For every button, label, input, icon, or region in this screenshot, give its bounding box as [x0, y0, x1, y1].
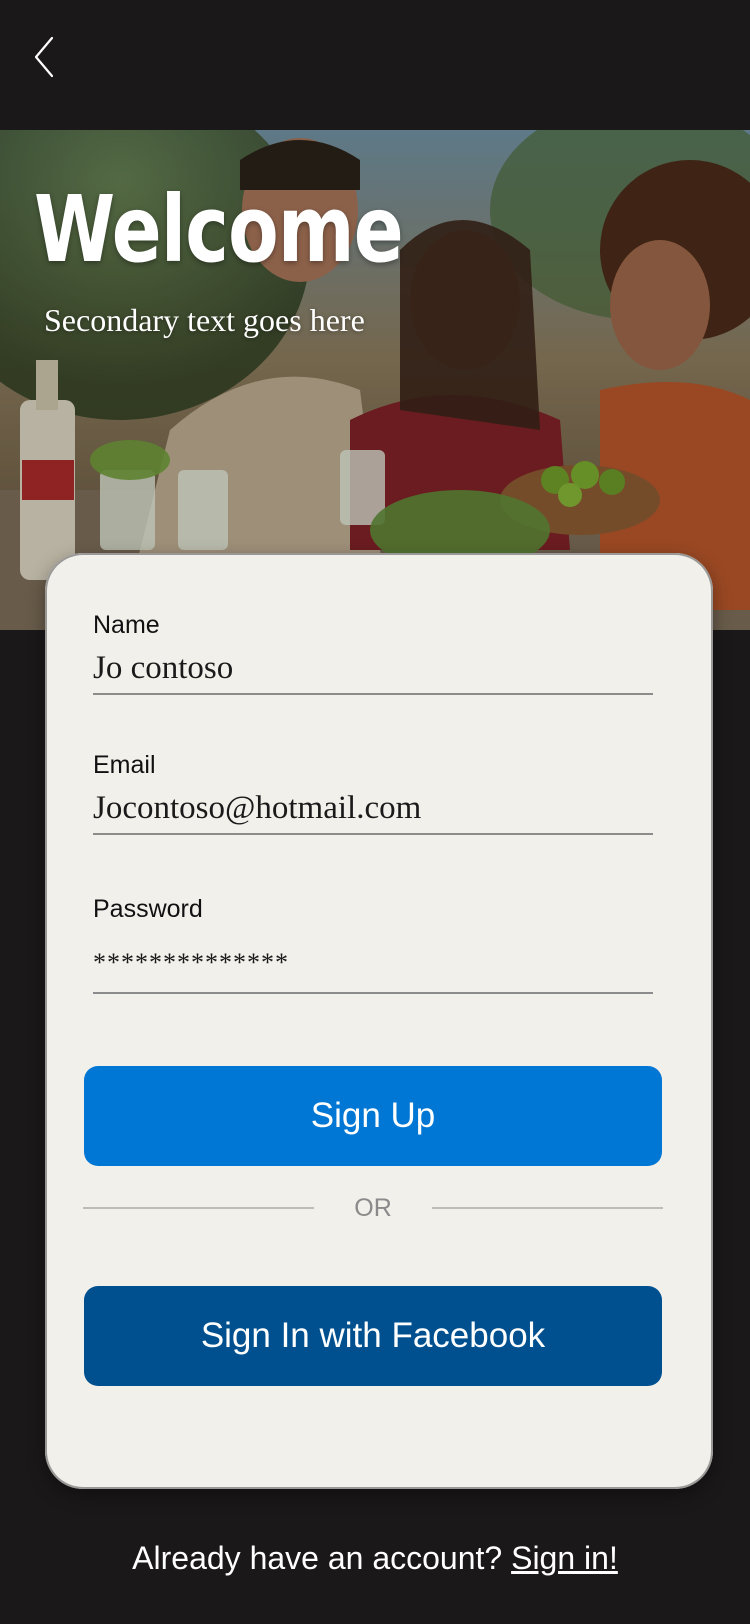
email-label: Email: [93, 751, 156, 779]
name-input[interactable]: [93, 650, 653, 695]
password-field-group: Password: [93, 895, 653, 994]
footer: Already have an account? Sign in!: [0, 1540, 750, 1577]
name-field-group: Name: [93, 611, 653, 695]
password-label: Password: [93, 895, 203, 923]
page-subtitle: Secondary text goes here: [44, 302, 365, 338]
signup-card: Name Email Password Sign Up OR Sign In w…: [45, 553, 713, 1489]
divider-line-right: [432, 1207, 663, 1209]
back-button[interactable]: [28, 34, 64, 80]
password-input[interactable]: [93, 934, 653, 994]
page-title: Welcome: [34, 176, 404, 283]
chevron-left-icon: [34, 36, 54, 78]
name-label: Name: [93, 611, 160, 639]
divider-text: OR: [354, 1193, 392, 1222]
sign-up-button[interactable]: Sign Up: [84, 1066, 662, 1166]
facebook-sign-in-button[interactable]: Sign In with Facebook: [84, 1286, 662, 1386]
email-input[interactable]: [93, 790, 653, 835]
footer-prompt: Already have an account?: [132, 1540, 503, 1576]
email-field-group: Email: [93, 751, 653, 835]
divider-line-left: [83, 1207, 314, 1209]
sign-in-link[interactable]: Sign in!: [511, 1540, 618, 1576]
or-divider: OR: [83, 1193, 663, 1223]
